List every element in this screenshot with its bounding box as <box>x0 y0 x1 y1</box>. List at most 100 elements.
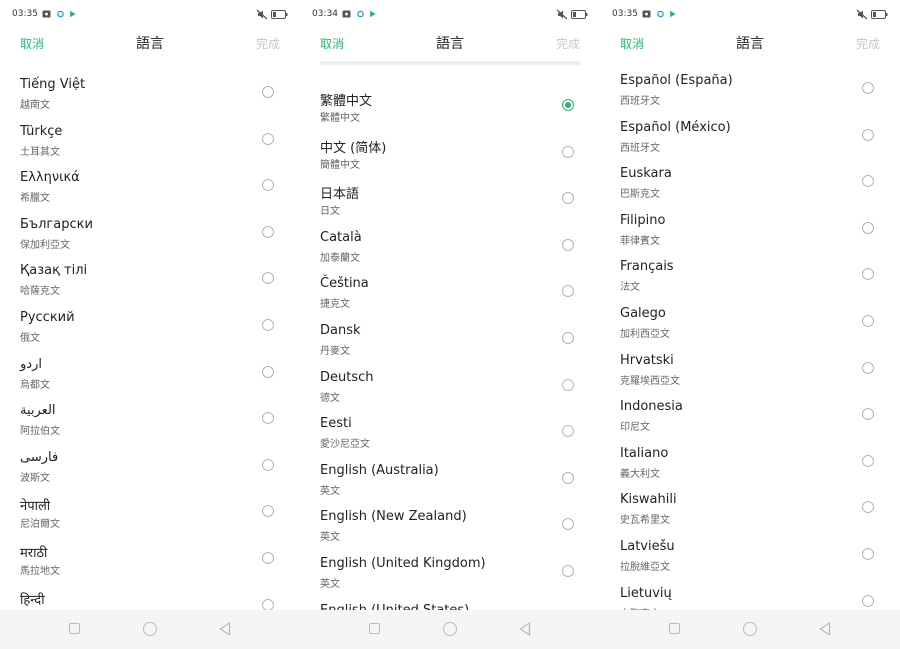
language-item[interactable]: Deutsch 德文 <box>300 370 600 416</box>
language-name: 中文 (简体) <box>320 140 387 156</box>
language-radio-button[interactable] <box>262 505 274 518</box>
language-item[interactable]: English (Australia) 英文 <box>300 463 600 509</box>
language-radio-button[interactable] <box>862 454 874 467</box>
language-item[interactable]: English (United States) <box>300 603 600 610</box>
language-radio-button[interactable] <box>562 471 574 484</box>
language-radio-button[interactable] <box>862 82 874 94</box>
language-radio-button[interactable] <box>862 175 874 188</box>
language-radio-button[interactable] <box>862 315 874 327</box>
language-radio-button[interactable] <box>562 285 574 298</box>
recents-button[interactable] <box>669 623 680 634</box>
language-item[interactable]: Català 加泰蘭文 <box>300 230 600 276</box>
done-button[interactable]: 完成 <box>856 35 880 52</box>
language-name: Català <box>320 229 362 245</box>
language-translated-name: 西班牙文 <box>620 96 660 107</box>
language-radio-button[interactable] <box>562 192 574 205</box>
language-name: Tiếng Việt <box>20 77 86 92</box>
language-translated-name: 丹麥文 <box>320 346 350 357</box>
language-item[interactable]: Français 法文 <box>600 259 900 305</box>
language-radio-button[interactable] <box>862 128 874 141</box>
language-item[interactable]: Čeština 捷克文 <box>300 276 600 322</box>
language-radio-button[interactable] <box>262 225 274 238</box>
language-radio-button[interactable] <box>862 501 874 514</box>
language-radio-button[interactable] <box>262 272 274 285</box>
language-radio-button[interactable] <box>862 268 874 281</box>
language-item[interactable]: Eesti 愛沙尼亞文 <box>300 416 600 462</box>
done-button[interactable]: 完成 <box>256 35 280 52</box>
language-name: العربية <box>20 403 56 419</box>
language-translated-name: 馬拉地文 <box>20 566 60 577</box>
language-item[interactable]: فارسی 波斯文 <box>0 450 300 496</box>
language-item[interactable]: Русский 俄文 <box>0 310 300 356</box>
language-item[interactable]: Filipino 菲律賓文 <box>600 213 900 259</box>
language-radio-button[interactable] <box>262 598 274 610</box>
language-item[interactable]: English (United Kingdom) 英文 <box>300 556 600 602</box>
language-radio-button[interactable] <box>562 332 574 344</box>
back-button[interactable] <box>819 622 831 636</box>
language-item[interactable]: Tiếng Việt 越南文 <box>0 77 300 123</box>
language-translated-name: 簡體中文 <box>320 159 360 171</box>
language-item[interactable]: Español (España) 西班牙文 <box>600 73 900 119</box>
language-name: English (Australia) <box>320 462 439 478</box>
language-item[interactable]: 中文 (简体) 簡體中文 <box>300 137 600 183</box>
recents-button[interactable] <box>69 623 80 634</box>
language-radio-button[interactable] <box>862 548 874 560</box>
done-button[interactable]: 完成 <box>556 35 580 52</box>
language-translated-name: 俄文 <box>20 333 40 344</box>
recents-button[interactable] <box>369 623 380 634</box>
language-item[interactable]: 日本語 日文 <box>300 183 600 229</box>
language-radio-button[interactable] <box>262 86 274 98</box>
header-bar: 取消 語言 完成 <box>300 30 600 60</box>
language-radio-button[interactable] <box>262 179 274 192</box>
language-item[interactable]: اردو 烏都文 <box>0 357 300 403</box>
language-item[interactable]: Hrvatski 克羅埃西亞文 <box>600 353 900 399</box>
language-radio-button[interactable] <box>562 565 574 577</box>
language-item[interactable]: Ελληνικά 希臘文 <box>0 170 300 216</box>
language-radio-button[interactable] <box>562 425 574 438</box>
language-name: English (United Kingdom) <box>320 556 486 571</box>
language-radio-button[interactable] <box>862 408 874 421</box>
language-radio-button[interactable] <box>862 221 874 234</box>
language-item[interactable]: Dansk 丹麥文 <box>300 323 600 369</box>
status-time: 03:34 <box>312 9 338 19</box>
language-name: Lietuvių <box>620 585 672 601</box>
language-item[interactable]: Қазақ тілі 哈薩克文 <box>0 263 300 309</box>
language-item[interactable]: हिन्दी印地文 <box>0 590 300 610</box>
language-item[interactable]: मराठी 馬拉地文 <box>0 543 300 589</box>
language-radio-button[interactable] <box>562 145 574 158</box>
language-item[interactable]: Latviešu 拉脫維亞文 <box>600 539 900 585</box>
language-radio-button[interactable] <box>262 365 274 378</box>
language-item[interactable]: Euskara 巴斯克文 <box>600 166 900 212</box>
language-translated-name: 英文 <box>320 579 340 590</box>
language-item[interactable]: 繁體中文 繁體中文 <box>300 90 600 136</box>
navigation-bar <box>300 610 600 649</box>
back-button[interactable] <box>519 622 531 636</box>
language-item[interactable]: नेपाली 尼泊爾文 <box>0 496 300 542</box>
language-item[interactable]: Indonesia 印尼文 <box>600 399 900 445</box>
language-radio-button[interactable] <box>262 132 274 145</box>
language-item[interactable]: Español (México) 西班牙文 <box>600 120 900 166</box>
language-radio-button[interactable] <box>562 378 574 391</box>
language-item[interactable]: Kiswahili 史瓦希里文 <box>600 492 900 538</box>
language-radio-button[interactable] <box>262 552 274 564</box>
language-radio-button[interactable] <box>262 458 274 471</box>
language-item[interactable]: Lietuvių立陶宛文 <box>600 586 900 610</box>
home-button[interactable] <box>443 622 457 636</box>
language-name: اردو <box>20 356 42 372</box>
language-radio-button[interactable] <box>262 319 274 331</box>
language-item[interactable]: Galego 加利西亞文 <box>600 306 900 352</box>
language-item[interactable]: Türkçe 土耳其文 <box>0 124 300 170</box>
home-button[interactable] <box>143 622 157 636</box>
language-item[interactable]: English (New Zealand) 英文 <box>300 509 600 555</box>
language-item[interactable]: العربية 阿拉伯文 <box>0 403 300 449</box>
language-radio-button[interactable] <box>862 594 874 607</box>
language-item[interactable]: Italiano 義大利文 <box>600 446 900 492</box>
language-item[interactable]: Български 保加利亞文 <box>0 217 300 263</box>
back-button[interactable] <box>219 622 231 636</box>
language-radio-button[interactable] <box>562 238 574 251</box>
language-radio-button[interactable] <box>862 361 874 374</box>
language-radio-button[interactable] <box>262 412 274 425</box>
language-radio-button[interactable] <box>562 518 574 531</box>
home-button[interactable] <box>743 622 757 636</box>
language-radio-button[interactable] <box>562 99 574 111</box>
